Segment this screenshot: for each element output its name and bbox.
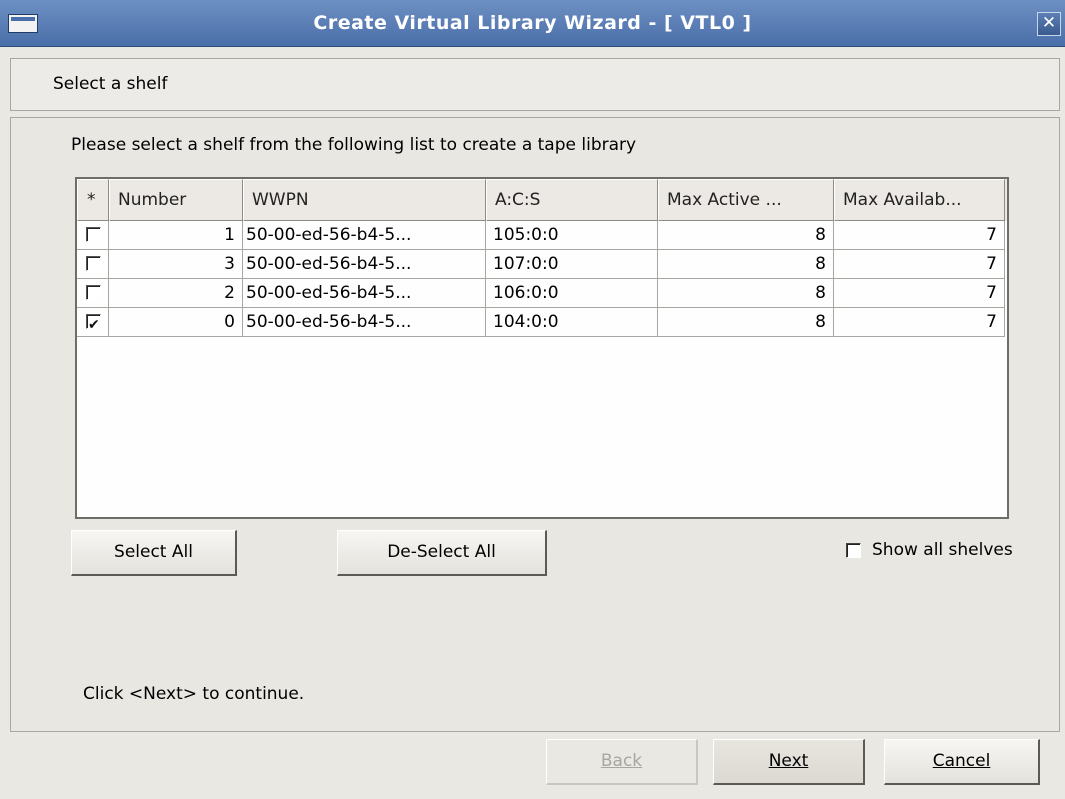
row-max-active: 8 [658,250,834,279]
instruction-text: Please select a shelf from the following… [71,135,637,155]
step-title: Select a shelf [53,74,168,94]
table-row[interactable]: 1 50-00-ed-56-b4-5... 105:0:0 8 7 [77,221,1007,250]
row-acs: 105:0:0 [486,221,658,250]
column-header-number[interactable]: Number [109,179,243,221]
next-button[interactable]: Next [713,739,865,785]
back-button: Back [546,739,698,785]
row-select-cell[interactable] [77,308,109,337]
row-number: 3 [109,250,243,279]
row-checkbox[interactable] [86,227,101,242]
row-max-active: 8 [658,308,834,337]
close-icon[interactable]: ✕ [1037,12,1061,36]
row-acs: 106:0:0 [486,279,658,308]
row-wwpn: 50-00-ed-56-b4-5... [243,250,486,279]
row-select-cell[interactable] [77,250,109,279]
window-menu-icon[interactable] [8,14,38,33]
row-max-available: 7 [834,250,1005,279]
wizard-content-panel: Please select a shelf from the following… [10,117,1060,732]
row-max-available: 7 [834,221,1005,250]
title-bar: Create Virtual Library Wizard - [ VTL0 ]… [0,0,1065,47]
column-header-wwpn[interactable]: WWPN [243,179,486,221]
row-number: 1 [109,221,243,250]
row-max-active: 8 [658,279,834,308]
row-acs: 107:0:0 [486,250,658,279]
column-header-select[interactable]: * [77,179,109,221]
row-select-cell[interactable] [77,221,109,250]
column-header-max-active[interactable]: Max Active ... [658,179,834,221]
show-all-shelves-label: Show all shelves [872,540,1013,560]
row-max-active: 8 [658,221,834,250]
window-title: Create Virtual Library Wizard - [ VTL0 ] [313,12,752,34]
row-select-cell[interactable] [77,279,109,308]
shelf-table[interactable]: * Number WWPN A:C:S Max Active ... Max A… [75,177,1009,519]
table-row[interactable]: 3 50-00-ed-56-b4-5... 107:0:0 8 7 [77,250,1007,279]
back-label: Back [600,751,643,771]
row-max-available: 7 [834,279,1005,308]
cancel-label: Cancel [932,751,991,771]
table-row[interactable]: 2 50-00-ed-56-b4-5... 106:0:0 8 7 [77,279,1007,308]
checkbox-box[interactable] [846,543,861,558]
table-row[interactable]: 050-00-ed-56-b4-5...104:0:087 [77,308,1007,337]
row-acs: 104:0:0 [486,308,658,337]
column-header-max-available[interactable]: Max Availab... [834,179,1005,221]
wizard-step-header: Select a shelf [10,58,1060,111]
row-checkbox[interactable] [86,256,101,271]
row-number: 0 [109,308,243,337]
row-max-available: 7 [834,308,1005,337]
row-checkbox[interactable] [86,285,101,300]
row-wwpn: 50-00-ed-56-b4-5... [243,308,486,337]
continue-hint: Click <Next> to continue. [83,684,305,704]
row-wwpn: 50-00-ed-56-b4-5... [243,279,486,308]
row-number: 2 [109,279,243,308]
column-header-acs[interactable]: A:C:S [486,179,658,221]
table-header: * Number WWPN A:C:S Max Active ... Max A… [77,179,1007,221]
cancel-button[interactable]: Cancel [884,739,1040,785]
row-wwpn: 50-00-ed-56-b4-5... [243,221,486,250]
deselect-all-button[interactable]: De-Select All [337,530,547,576]
select-all-button[interactable]: Select All [71,530,237,576]
next-label: Next [768,751,809,771]
row-checkbox[interactable] [86,311,101,336]
